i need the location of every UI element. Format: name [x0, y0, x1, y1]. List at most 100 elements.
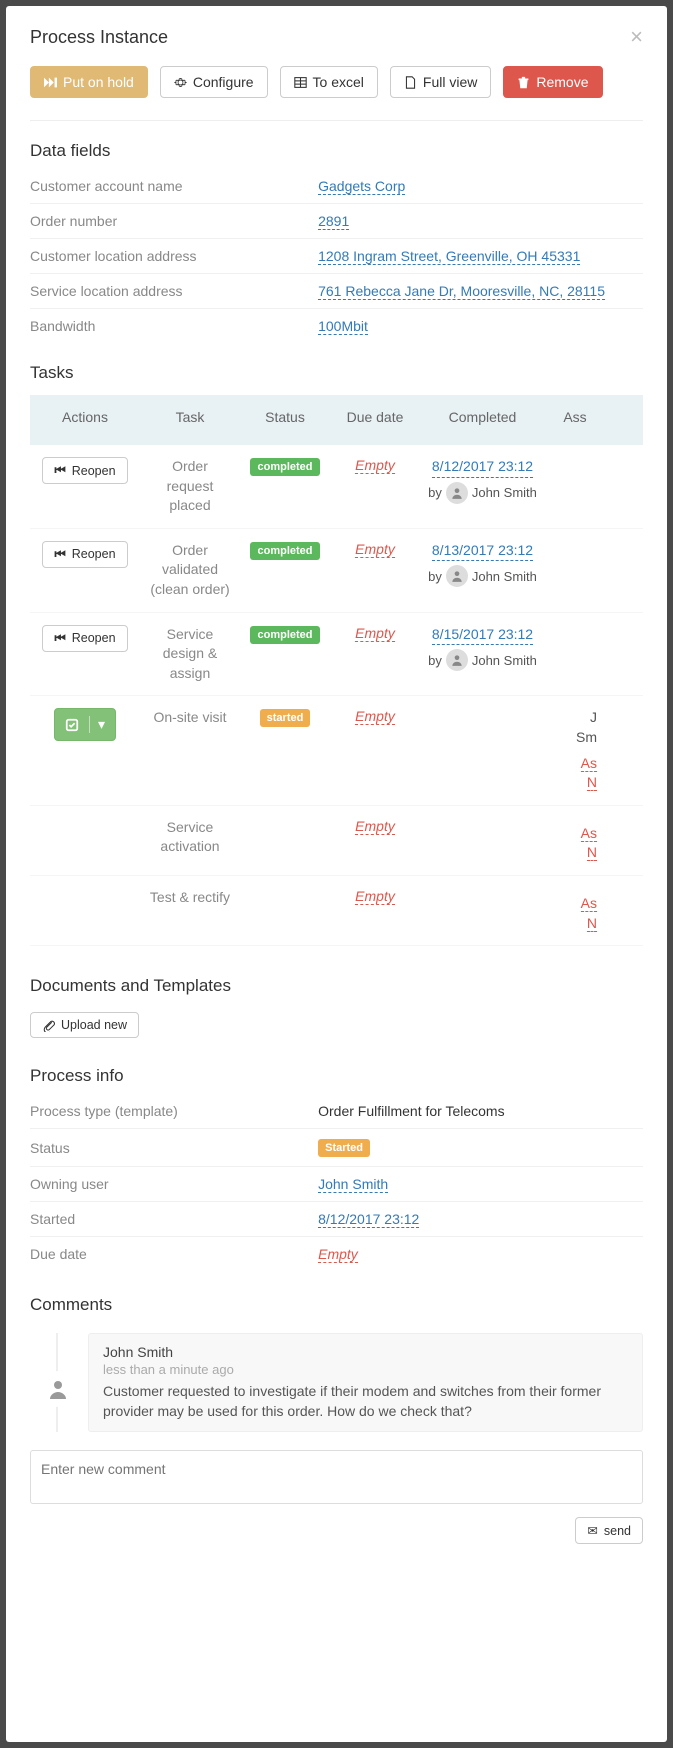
send-label: send [604, 1524, 631, 1538]
backward-icon: ⏮ [54, 631, 65, 646]
assignee-fragment: N [553, 914, 597, 934]
due-date-value[interactable]: Empty [355, 818, 395, 835]
data-field-value: 2891 [318, 213, 643, 229]
assignee-link-fragment[interactable]: N [587, 774, 597, 791]
th-actions: Actions [30, 409, 140, 425]
put-on-hold-button[interactable]: Put on hold [30, 66, 148, 98]
task-assignee-cell: As N [545, 888, 605, 933]
process-info-label: Owning user [30, 1176, 318, 1192]
reopen-button[interactable]: ⏮ Reopen [42, 541, 127, 568]
process-info-value: 8/12/2017 23:12 [318, 1211, 643, 1227]
table-icon [294, 76, 307, 89]
full-view-button[interactable]: Full view [390, 66, 491, 98]
process-info-row: Due dateEmpty [30, 1237, 643, 1271]
section-documents-title: Documents and Templates [30, 976, 643, 996]
data-field-label: Order number [30, 213, 318, 229]
reopen-button[interactable]: ⏮ Reopen [42, 625, 127, 652]
file-icon [404, 76, 417, 89]
close-icon[interactable]: × [630, 24, 643, 50]
data-field-link[interactable]: 2891 [318, 213, 349, 230]
data-field-value: 1208 Ingram Street, Greenville, OH 45331 [318, 248, 643, 264]
new-comment-input[interactable] [30, 1450, 643, 1504]
due-date-value[interactable]: Empty [355, 541, 395, 558]
data-field-link[interactable]: 761 Rebecca Jane Dr, Mooresville, NC, 28… [318, 283, 605, 300]
process-info-link[interactable]: John Smith [318, 1176, 388, 1193]
upload-new-button[interactable]: Upload new [30, 1012, 139, 1038]
task-due-cell: Empty [330, 457, 420, 473]
th-task: Task [140, 409, 240, 425]
user-icon [46, 1377, 70, 1401]
forward-icon [44, 76, 57, 89]
gear-icon [174, 76, 187, 89]
th-assignee: Ass [545, 409, 605, 425]
task-status-cell: started [240, 708, 330, 727]
remove-label: Remove [536, 74, 588, 90]
assignee-link-fragment[interactable]: N [587, 844, 597, 861]
due-date-value[interactable]: Empty [355, 708, 395, 725]
due-date-value[interactable]: Empty [355, 457, 395, 474]
user-avatar [446, 482, 468, 504]
envelope-icon: ✉ [587, 1523, 597, 1538]
due-date-value[interactable]: Empty [355, 888, 395, 905]
tasks-table: Actions Task Status Due date Completed A… [30, 395, 643, 946]
modal-body: Put on hold Configure To excel Full view… [6, 62, 667, 1604]
completed-date-link[interactable]: 8/15/2017 23:12 [432, 625, 533, 646]
due-date-value[interactable]: Empty [355, 625, 395, 642]
configure-label: Configure [193, 74, 254, 90]
completed-date-link[interactable]: 8/12/2017 23:12 [432, 457, 533, 478]
process-info-value: Empty [318, 1246, 643, 1262]
completed-date-link[interactable]: 8/13/2017 23:12 [432, 541, 533, 562]
assignee-link-fragment[interactable]: As [581, 825, 597, 842]
status-badge: completed [250, 542, 319, 560]
complete-task-button[interactable]: ▾ [54, 708, 116, 741]
comment-time: less than a minute ago [103, 1362, 628, 1377]
task-status-cell: completed [240, 625, 330, 644]
data-field-row: Service location address761 Rebecca Jane… [30, 274, 643, 309]
task-due-cell: Empty [330, 625, 420, 641]
completed-by-line: by John Smith [428, 482, 537, 504]
remove-button[interactable]: Remove [503, 66, 602, 98]
task-action-cell: ▾ [30, 708, 140, 741]
assignee-fragment: As [553, 894, 597, 914]
comment-avatar [40, 1371, 76, 1407]
reopen-button[interactable]: ⏮ Reopen [42, 457, 127, 484]
process-info-row: Started8/12/2017 23:12 [30, 1202, 643, 1237]
task-status-cell: completed [240, 541, 330, 560]
assignee-link-fragment[interactable]: As [581, 895, 597, 912]
task-row: ▾On-site visitstartedEmptyJSmAsN [30, 696, 643, 805]
by-label: by [428, 485, 442, 500]
completed-by-line: by John Smith [428, 649, 537, 671]
status-badge: completed [250, 626, 319, 644]
send-button[interactable]: ✉ send [575, 1517, 643, 1544]
task-name: Test & rectify [140, 888, 240, 908]
task-action-cell: ⏮ Reopen [30, 541, 140, 568]
comments-timeline: John Smith less than a minute ago Custom… [30, 1333, 643, 1432]
process-info-link[interactable]: 8/12/2017 23:12 [318, 1211, 419, 1228]
data-field-value: 100Mbit [318, 318, 643, 334]
assignee-link-fragment[interactable]: As [581, 755, 597, 772]
process-info-value: Started [318, 1138, 643, 1157]
assignee-fragment: Sm [553, 728, 597, 748]
assignee-link-fragment[interactable]: N [587, 915, 597, 932]
configure-button[interactable]: Configure [160, 66, 268, 98]
process-info-empty[interactable]: Empty [318, 1246, 358, 1263]
th-due: Due date [330, 409, 420, 425]
assignee-fragment: N [553, 843, 597, 863]
data-field-value: 761 Rebecca Jane Dr, Mooresville, NC, 28… [318, 283, 643, 299]
to-excel-button[interactable]: To excel [280, 66, 378, 98]
tasks-header-row: Actions Task Status Due date Completed A… [30, 395, 643, 445]
task-due-cell: Empty [330, 888, 420, 904]
process-info-value: Order Fulfillment for Telecoms [318, 1103, 643, 1119]
data-field-label: Customer location address [30, 248, 318, 264]
data-field-link[interactable]: Gadgets Corp [318, 178, 405, 195]
to-excel-label: To excel [313, 74, 364, 90]
data-field-link[interactable]: 1208 Ingram Street, Greenville, OH 45331 [318, 248, 580, 265]
status-badge: Started [318, 1139, 370, 1157]
assignee-fragment: As [553, 754, 597, 774]
task-name: Order validated (clean order) [140, 541, 240, 600]
data-field-link[interactable]: 100Mbit [318, 318, 368, 335]
task-row: ⏮ ReopenOrder request placedcompletedEmp… [30, 445, 643, 529]
task-completed-cell: 8/13/2017 23:12by John Smith [420, 541, 545, 588]
paperclip-icon [42, 1019, 55, 1032]
process-info-label: Due date [30, 1246, 318, 1262]
